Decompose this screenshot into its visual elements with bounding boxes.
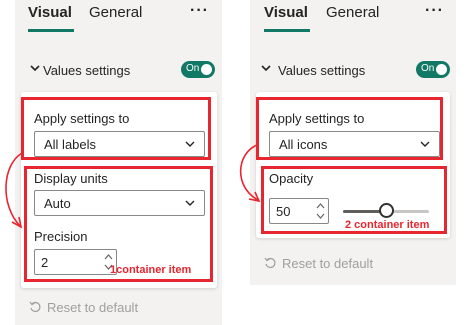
display-units-dropdown[interactable]: Auto: [34, 190, 205, 216]
toggle-label: On: [186, 63, 200, 74]
tab-visual[interactable]: Visual: [28, 4, 72, 21]
annotation-label: 2 container item: [345, 219, 430, 231]
spinner-value: 2: [41, 255, 49, 270]
spinner-arrows-icon[interactable]: [316, 201, 325, 221]
section-title: Values settings: [278, 63, 366, 78]
reset-to-default-link[interactable]: Reset to default: [29, 300, 138, 315]
chevron-down-icon[interactable]: [260, 60, 272, 76]
tab-general[interactable]: General: [89, 4, 142, 21]
precision-spinner[interactable]: 2: [34, 249, 117, 275]
reset-to-default-link[interactable]: Reset to default: [264, 256, 373, 271]
opacity-label: Opacity: [269, 171, 314, 186]
opacity-slider-thumb[interactable]: [378, 203, 394, 218]
spinner-value: 50: [276, 204, 291, 219]
apply-settings-label: Apply settings to: [34, 111, 130, 126]
reset-label: Reset to default: [282, 256, 374, 271]
chevron-down-icon: [185, 200, 195, 206]
values-toggle[interactable]: On: [181, 61, 215, 78]
format-pane-left: Visual General ··· Values settings On Ap…: [15, 0, 222, 325]
tab-visual[interactable]: Visual: [264, 4, 308, 21]
more-options-icon[interactable]: ···: [190, 2, 209, 20]
more-options-icon[interactable]: ···: [425, 2, 444, 20]
apply-settings-dropdown[interactable]: All icons: [269, 131, 440, 157]
toggle-knob: [436, 64, 447, 75]
format-pane-right: Visual General ··· Values settings On Ap…: [250, 0, 456, 285]
chevron-down-icon[interactable]: [29, 60, 41, 76]
values-card: Apply settings to All labels Display uni…: [21, 92, 217, 288]
section-title: Values settings: [43, 63, 131, 78]
display-units-label: Display units: [34, 171, 108, 186]
dropdown-value: All labels: [44, 137, 97, 152]
apply-settings-label: Apply settings to: [269, 111, 365, 126]
dropdown-value: All icons: [279, 137, 328, 152]
tab-general[interactable]: General: [326, 4, 379, 21]
toggle-label: On: [421, 63, 435, 74]
opacity-spinner[interactable]: 50: [269, 198, 329, 224]
precision-label: Precision: [34, 229, 88, 244]
toggle-knob: [201, 64, 212, 75]
reset-icon: [264, 257, 276, 268]
tab-visual-underline: [264, 29, 310, 32]
reset-icon: [29, 301, 41, 312]
values-settings-header[interactable]: Values settings On: [29, 60, 219, 80]
apply-settings-dropdown[interactable]: All labels: [34, 131, 205, 157]
chevron-down-icon: [185, 141, 195, 147]
values-toggle[interactable]: On: [416, 61, 450, 78]
reset-label: Reset to default: [47, 300, 139, 315]
tab-visual-underline: [28, 29, 74, 32]
annotation-label: 1container item: [110, 264, 192, 276]
chevron-down-icon: [420, 141, 430, 147]
values-card: Apply settings to All icons Opacity 50: [256, 92, 450, 238]
dropdown-value: Auto: [44, 196, 71, 211]
values-settings-header[interactable]: Values settings On: [260, 60, 452, 80]
